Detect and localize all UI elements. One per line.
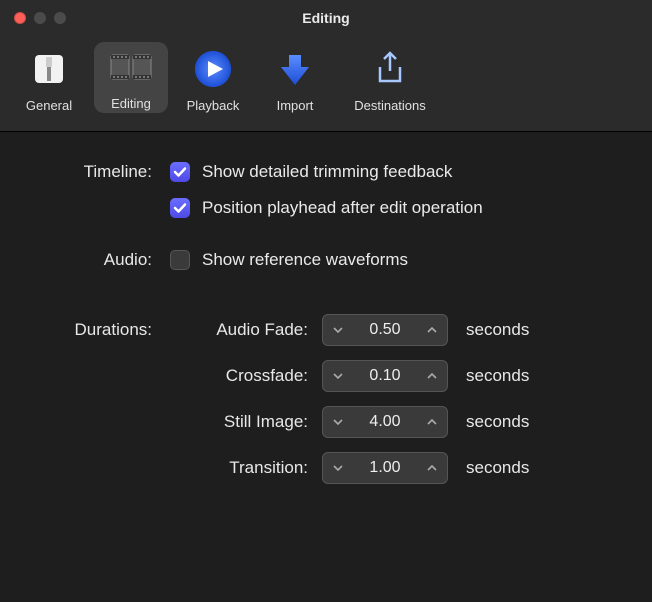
still-image-stepper[interactable]: 4.00 bbox=[322, 406, 448, 438]
stepper-increment[interactable] bbox=[417, 453, 447, 483]
crossfade-value: 0.10 bbox=[353, 367, 417, 385]
tab-general[interactable]: General bbox=[12, 42, 86, 113]
checkbox-show-reference-waveforms[interactable] bbox=[170, 250, 190, 270]
titlebar: Editing bbox=[0, 0, 652, 36]
stepper-increment[interactable] bbox=[417, 407, 447, 437]
unit-label: seconds bbox=[466, 412, 529, 432]
tab-editing-label: Editing bbox=[111, 96, 151, 111]
editing-icon bbox=[108, 44, 154, 90]
unit-label: seconds bbox=[466, 458, 529, 478]
playback-icon bbox=[190, 46, 236, 92]
still-image-value: 4.00 bbox=[353, 413, 417, 431]
unit-label: seconds bbox=[466, 366, 529, 386]
audio-fade-label: Audio Fade: bbox=[170, 320, 322, 340]
editing-pane: Timeline: Show detailed trimming feedbac… bbox=[0, 132, 652, 484]
general-icon bbox=[26, 46, 72, 92]
durations-section-label: Durations: bbox=[40, 320, 170, 340]
tab-import[interactable]: Import bbox=[258, 42, 332, 113]
checkbox-position-playhead[interactable] bbox=[170, 198, 190, 218]
tab-import-label: Import bbox=[277, 98, 314, 113]
timeline-section-label: Timeline: bbox=[40, 162, 170, 182]
tab-playback-label: Playback bbox=[187, 98, 240, 113]
zoom-button[interactable] bbox=[54, 12, 66, 24]
stepper-increment[interactable] bbox=[417, 361, 447, 391]
tab-destinations[interactable]: Destinations bbox=[340, 42, 440, 113]
transition-label: Transition: bbox=[40, 458, 322, 478]
stepper-decrement[interactable] bbox=[323, 361, 353, 391]
stepper-decrement[interactable] bbox=[323, 407, 353, 437]
preferences-toolbar: General Editing bbox=[0, 36, 652, 132]
label-position-playhead: Position playhead after edit operation bbox=[202, 198, 483, 218]
checkbox-show-detailed-trimming[interactable] bbox=[170, 162, 190, 182]
destinations-icon bbox=[367, 46, 413, 92]
audio-section-label: Audio: bbox=[40, 250, 170, 270]
tab-editing[interactable]: Editing bbox=[94, 42, 168, 113]
crossfade-label: Crossfade: bbox=[40, 366, 322, 386]
tab-general-label: General bbox=[26, 98, 72, 113]
stepper-decrement[interactable] bbox=[323, 453, 353, 483]
audio-fade-value: 0.50 bbox=[353, 321, 417, 339]
tab-destinations-label: Destinations bbox=[354, 98, 426, 113]
audio-fade-stepper[interactable]: 0.50 bbox=[322, 314, 448, 346]
stepper-decrement[interactable] bbox=[323, 315, 353, 345]
stepper-increment[interactable] bbox=[417, 315, 447, 345]
transition-stepper[interactable]: 1.00 bbox=[322, 452, 448, 484]
window-title: Editing bbox=[302, 10, 349, 26]
crossfade-stepper[interactable]: 0.10 bbox=[322, 360, 448, 392]
still-image-label: Still Image: bbox=[40, 412, 322, 432]
import-icon bbox=[272, 46, 318, 92]
label-show-detailed-trimming: Show detailed trimming feedback bbox=[202, 162, 452, 182]
window-controls bbox=[14, 12, 66, 24]
label-show-reference-waveforms: Show reference waveforms bbox=[202, 250, 408, 270]
unit-label: seconds bbox=[466, 320, 529, 340]
minimize-button[interactable] bbox=[34, 12, 46, 24]
transition-value: 1.00 bbox=[353, 459, 417, 477]
tab-playback[interactable]: Playback bbox=[176, 42, 250, 113]
close-button[interactable] bbox=[14, 12, 26, 24]
